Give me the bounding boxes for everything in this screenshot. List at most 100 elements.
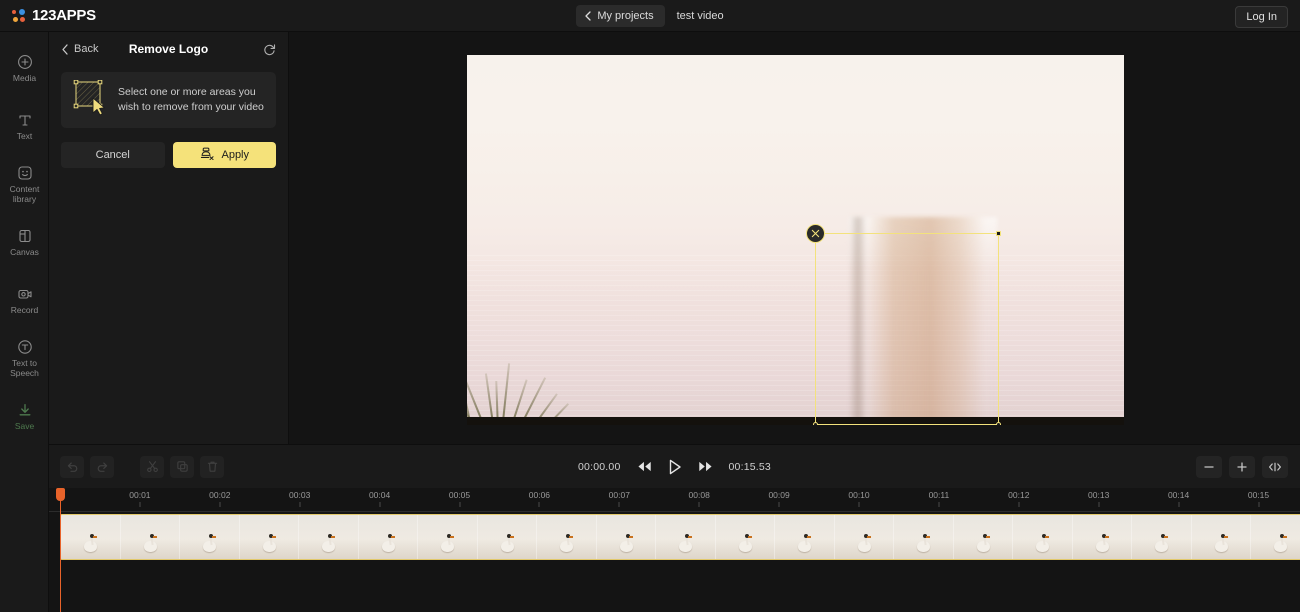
clip-thumbnail	[418, 515, 478, 559]
clip-thumbnail	[834, 515, 894, 559]
tool-panel: Back Remove Logo Select one or more area…	[49, 32, 289, 444]
video-preview[interactable]	[467, 55, 1124, 425]
scissors-icon	[146, 461, 158, 473]
selection-handle-bottom-right[interactable]	[996, 422, 1001, 425]
ruler-tick-mark	[1258, 502, 1259, 507]
redo-button[interactable]	[90, 455, 114, 478]
top-bar: 123APPS My projects test video Log In	[0, 0, 1300, 32]
sidebar-item-record[interactable]: Record	[0, 272, 49, 330]
clip-thumbnail	[537, 515, 597, 559]
chevron-left-icon	[62, 43, 68, 55]
delete-button[interactable]	[200, 455, 224, 478]
log-in-button[interactable]: Log In	[1235, 6, 1288, 28]
panel-header: Back Remove Logo	[49, 32, 288, 66]
ruler-tick-mark	[139, 502, 141, 507]
timeline-ruler[interactable]: 00:01 00:02 00:03 00:04 00:05 00:06 00:07 00:08…	[49, 488, 1300, 512]
ruler-tick-mark	[1098, 502, 1100, 507]
ruler-tick-mark	[459, 502, 460, 507]
plus-icon	[1237, 461, 1247, 472]
minus-icon	[1204, 465, 1214, 468]
ruler-tick-label: 00:05	[448, 490, 471, 500]
play-icon	[669, 459, 681, 474]
grass-foreground	[467, 345, 617, 425]
ruler-tick-mark	[219, 502, 221, 507]
toolbar-divider	[120, 456, 134, 478]
sidebar-item-canvas[interactable]: Canvas	[0, 214, 49, 272]
clip-thumbnail	[120, 515, 180, 559]
selection-handle-bottom-left[interactable]	[813, 422, 818, 425]
zoom-out-button[interactable]	[1196, 455, 1222, 478]
ruler-tick-mark	[538, 502, 540, 507]
sticker-smiley-icon	[17, 165, 33, 181]
clip-thumbnail	[1013, 515, 1073, 559]
ruler-tick-label: 00:10	[848, 490, 870, 500]
sidebar-item-text-to-speech[interactable]: Text to Speech	[0, 330, 49, 388]
ruler-tick-label: 00:14	[1167, 490, 1190, 500]
playhead[interactable]	[56, 488, 65, 612]
sidebar-item-text[interactable]: Text	[0, 98, 49, 156]
ruler-tick-mark	[618, 502, 620, 507]
close-x-icon	[811, 229, 820, 238]
apply-label: Apply	[221, 149, 250, 161]
sidebar-item-save[interactable]: Save	[0, 388, 49, 446]
undo-button[interactable]	[60, 455, 84, 478]
duplicate-button[interactable]	[170, 455, 194, 478]
instruction-card: Select one or more areas you wish to rem…	[61, 72, 276, 128]
ruler-tick-label: 00:12	[1008, 490, 1030, 500]
playhead-handle[interactable]	[56, 488, 65, 501]
play-button[interactable]	[668, 459, 682, 475]
ruler-tick-mark	[1178, 502, 1180, 507]
removal-selection-box[interactable]	[806, 224, 1001, 425]
ruler-tick-label: 00:08	[688, 490, 710, 500]
clip-thumbnail	[299, 515, 359, 559]
ruler-tick-label: 00:09	[768, 490, 790, 500]
ruler-tick-label: 00:07	[608, 490, 630, 500]
undo-arrow-icon	[67, 462, 77, 472]
project-name[interactable]: test video	[677, 10, 724, 22]
my-projects-label: My projects	[597, 10, 654, 22]
camera-record-icon	[17, 286, 33, 302]
split-button[interactable]	[140, 455, 164, 478]
app-root: 123APPS My projects test video Log In Me…	[0, 0, 1300, 612]
logo-text: 123APPS	[32, 7, 96, 24]
fit-to-width-button[interactable]	[1262, 455, 1288, 478]
reset-button[interactable]	[263, 43, 276, 56]
timeline[interactable]: 00:01 00:02 00:03 00:04 00:05 00:06 00:07 00:08…	[49, 488, 1300, 612]
ruler-tick-mark	[858, 502, 860, 507]
ruler-tick-mark	[1018, 502, 1020, 507]
ruler-tick-mark	[938, 502, 940, 507]
ruler-tick-mark	[698, 502, 700, 507]
speech-circle-icon	[17, 339, 33, 355]
sidebar-label-media: Media	[12, 73, 37, 84]
fit-to-width-icon	[1269, 462, 1281, 471]
zoom-in-button[interactable]	[1229, 455, 1255, 478]
sidebar-item-content-library[interactable]: Content library	[0, 156, 49, 214]
selection-handle-top-right[interactable]	[996, 231, 1001, 236]
stamp-remove-icon	[199, 147, 215, 164]
copy-icon	[176, 461, 188, 472]
canvas-frame-icon	[17, 228, 33, 244]
video-letterbox	[467, 417, 1124, 425]
rewind-button[interactable]	[637, 461, 652, 472]
edit-tool-group	[60, 455, 224, 478]
ruler-tick-label: 00:02	[209, 490, 231, 500]
preview-stage	[289, 32, 1300, 444]
ruler-tick-label: 00:13	[1088, 490, 1110, 500]
apply-button[interactable]: Apply	[172, 142, 276, 168]
clip-thumbnail	[180, 515, 240, 559]
back-button[interactable]: Back	[61, 43, 98, 55]
ruler-tick-mark	[299, 502, 301, 507]
sidebar-item-media[interactable]: Media	[0, 40, 49, 98]
cancel-button[interactable]: Cancel	[61, 142, 165, 168]
clip-thumbnail	[596, 515, 656, 559]
back-label: Back	[74, 43, 99, 55]
trash-icon	[207, 461, 217, 472]
video-clip[interactable]	[60, 514, 1300, 560]
selection-close-button[interactable]	[806, 224, 825, 243]
clip-thumbnail	[1072, 515, 1132, 559]
my-projects-button[interactable]: My projects	[576, 5, 665, 27]
app-logo[interactable]: 123APPS	[12, 7, 96, 24]
select-area-icon	[73, 79, 107, 121]
download-save-icon	[17, 402, 33, 418]
fast-forward-button[interactable]	[698, 461, 713, 472]
